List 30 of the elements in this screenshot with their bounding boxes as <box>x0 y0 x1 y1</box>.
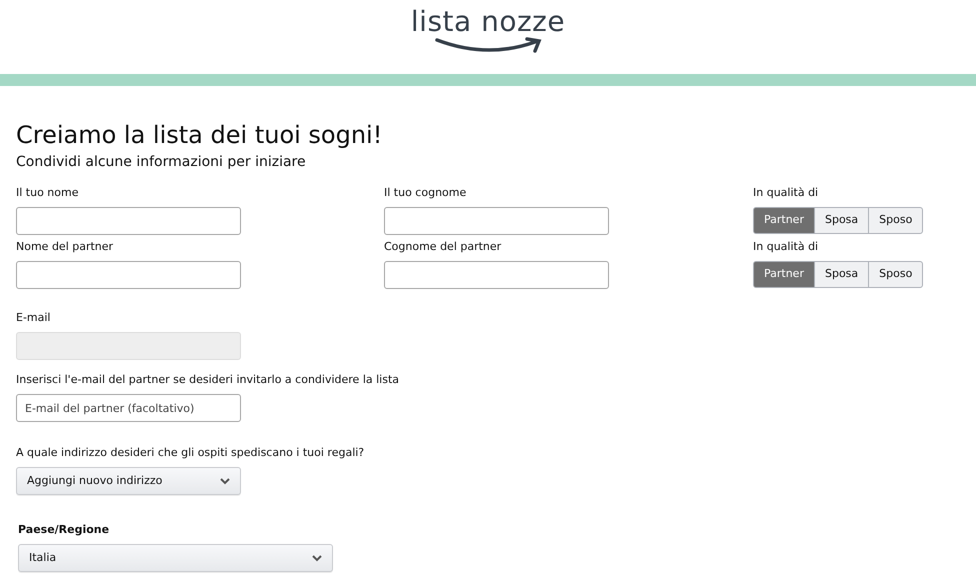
text-field[interactable] <box>16 261 241 289</box>
field-label: Paese/Regione <box>18 523 110 537</box>
field-label: Il tuo cognome <box>384 186 468 200</box>
field-label: Cognome del partner <box>384 240 502 254</box>
logo-text: lista nozze <box>410 6 566 38</box>
dropdown[interactable]: Aggiungi nuovo indirizzo <box>16 467 241 495</box>
page-heading: Creiamo la lista dei tuoi sogni! <box>16 120 384 150</box>
role-button[interactable]: Sposo <box>868 207 924 234</box>
role-button[interactable]: Partner <box>753 207 815 234</box>
text-field[interactable] <box>384 261 609 289</box>
field-label: A quale indirizzo desideri che gli ospiti spediscano i tuoi regali? <box>16 446 366 460</box>
field-label: In qualità di <box>753 186 820 200</box>
role-button[interactable]: Partner <box>753 261 815 288</box>
field-label: Il tuo nome <box>16 186 80 200</box>
dropdown[interactable]: Italia <box>18 544 333 572</box>
dropdown-value: Aggiungi nuovo indirizzo <box>27 472 162 489</box>
field-label: Inserisci l'e-mail del partner se desideri invitarlo a condividere la lista <box>16 373 400 387</box>
role-button[interactable]: Sposa <box>814 207 870 234</box>
chevron-down-icon <box>220 478 230 484</box>
role-button[interactable]: Sposo <box>868 261 924 288</box>
field-label: E-mail <box>16 311 52 325</box>
text-field[interactable] <box>384 207 609 235</box>
field-label: In qualità di <box>753 240 820 254</box>
dropdown-value: Italia <box>29 550 56 566</box>
email-field[interactable]: E-mail del partner (facoltativo) <box>16 394 241 422</box>
text-field[interactable] <box>16 207 241 235</box>
field-label: Nome del partner <box>16 240 114 254</box>
chevron-down-icon <box>312 554 322 562</box>
page-subheading: Condividi alcune informazioni per iniziare <box>16 153 307 172</box>
role-button[interactable]: Sposa <box>814 261 870 288</box>
